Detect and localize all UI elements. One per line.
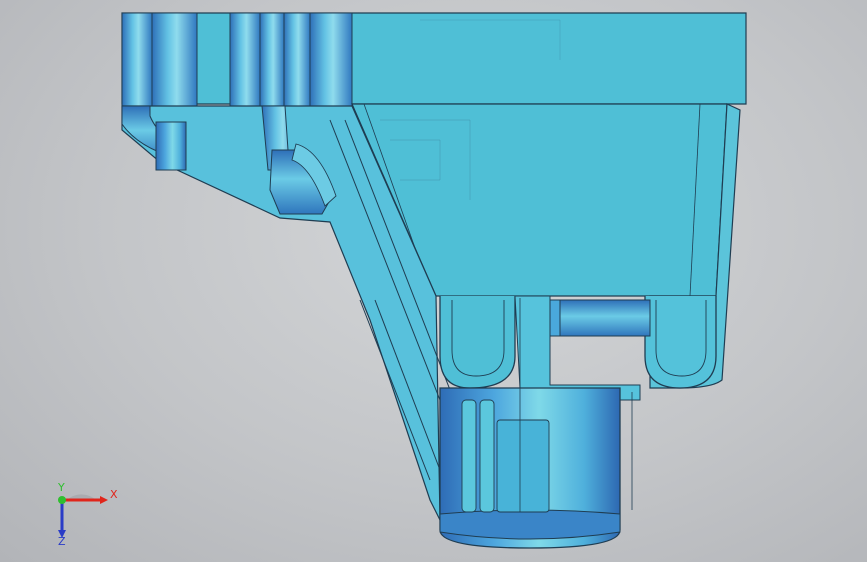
left-rib-6 — [309, 12, 353, 107]
small-boss-left — [155, 121, 187, 171]
left-rib-3 — [229, 12, 261, 107]
y-axis-label: Y — [57, 482, 65, 494]
left-rib-1 — [121, 12, 153, 107]
left-rib-2 — [151, 12, 198, 107]
view-orientation-triad[interactable]: X Y Z — [44, 482, 124, 546]
outlet-slot-2 — [479, 399, 495, 513]
x-axis-label: X — [110, 488, 118, 501]
left-rib-5 — [283, 12, 311, 107]
y-axis-dot — [58, 496, 66, 504]
left-rib-4 — [259, 12, 285, 107]
cross-pipe — [549, 299, 651, 337]
top-flange — [121, 12, 747, 105]
outlet-slot-3 — [496, 419, 550, 513]
graphics-viewport[interactable]: X Y Z — [0, 0, 867, 562]
z-axis-label: Z — [58, 535, 66, 546]
x-axis-arrowhead — [100, 496, 108, 504]
outlet-bottom-ring — [439, 509, 621, 540]
outlet-slot-1 — [461, 399, 477, 513]
part-model-view[interactable] — [0, 0, 867, 562]
